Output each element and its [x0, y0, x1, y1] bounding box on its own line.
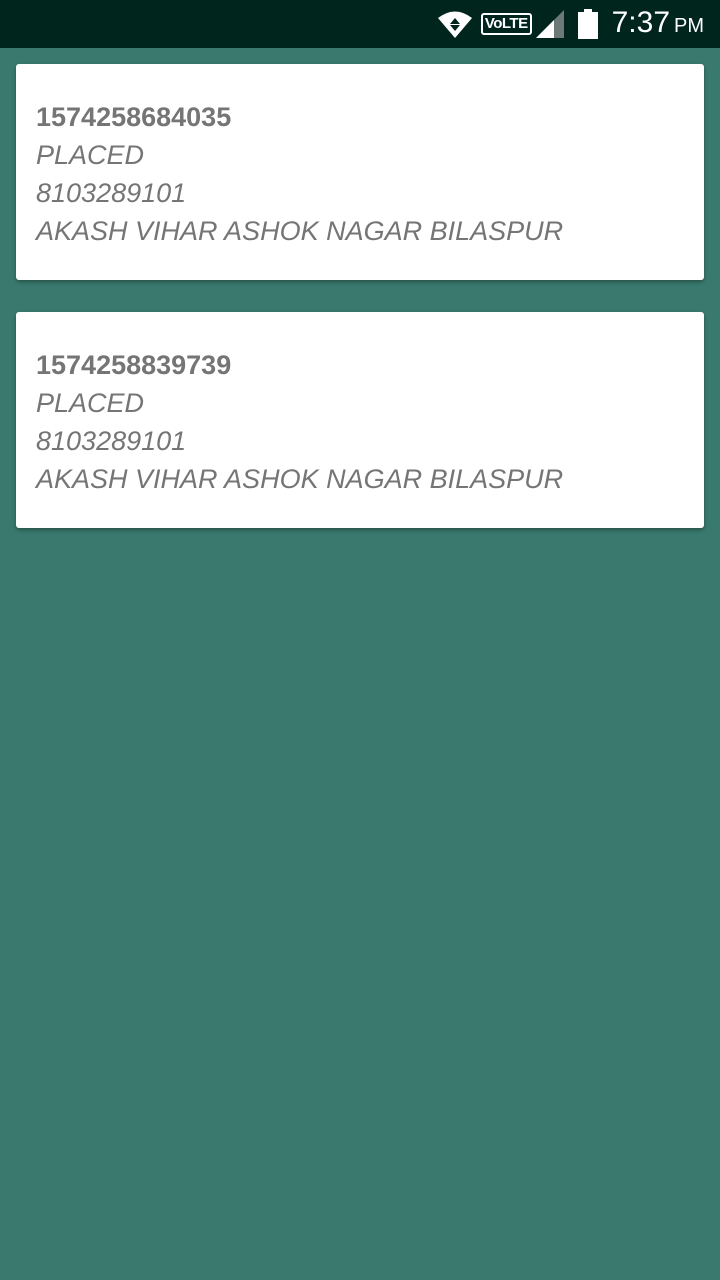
clock-ampm: PM — [674, 14, 704, 37]
status-bar: VoLTE 7:37 PM — [0, 0, 720, 48]
clock: 7:37 PM — [612, 0, 704, 50]
order-phone: 8103289101 — [36, 178, 187, 208]
order-status: PLACED — [36, 388, 145, 418]
order-address: AKASH VIHAR ASHOK NAGAR BILASPUR — [36, 464, 564, 494]
order-phone: 8103289101 — [36, 426, 187, 456]
signal-icon — [535, 10, 564, 38]
battery-icon — [577, 9, 598, 39]
order-address: AKASH VIHAR ASHOK NAGAR BILASPUR — [36, 216, 564, 246]
order-id: 1574258839739 — [36, 350, 232, 380]
clock-time: 7:37 — [611, 5, 670, 39]
wifi-icon — [437, 9, 473, 39]
volte-icon: VoLTE — [480, 13, 532, 35]
order-list: 1574258684035 PLACED 8103289101 AKASH VI… — [16, 64, 704, 560]
order-id: 1574258684035 — [36, 102, 232, 132]
order-card[interactable]: 1574258684035 PLACED 8103289101 AKASH VI… — [16, 64, 704, 280]
order-status: PLACED — [36, 140, 145, 170]
order-card[interactable]: 1574258839739 PLACED 8103289101 AKASH VI… — [16, 312, 704, 528]
status-icons: VoLTE 7:37 PM — [437, 0, 704, 48]
